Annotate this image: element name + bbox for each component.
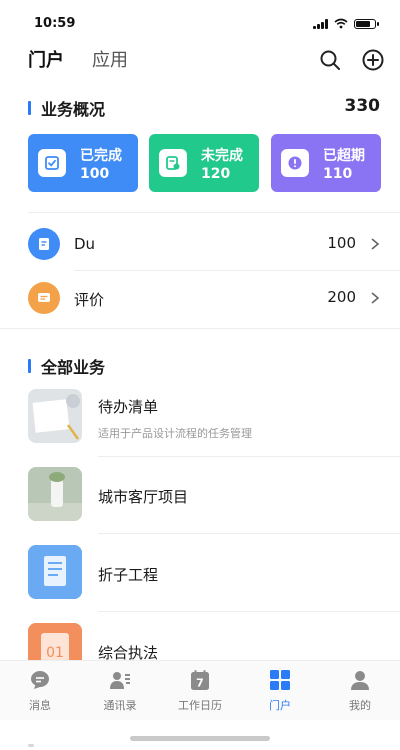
divider [28,212,400,213]
home-indicator-dot [28,744,34,747]
tab-messages[interactable]: 消息 [0,661,80,720]
search-icon[interactable] [318,48,342,72]
signal-icon [313,18,328,29]
previous-screen-remnant [0,0,400,2]
stat-card-overdue[interactable]: 已超期 110 [271,134,381,192]
status-icons [313,18,379,29]
battery-icon [354,18,379,29]
tab-label: 工作日历 [178,699,222,712]
section-accent-bar [28,101,31,115]
tab-label: 通讯录 [103,699,137,712]
list-item-review[interactable]: 评价 200 [0,270,400,322]
divider [98,456,400,457]
business-item-title: 城市客厅项目 [98,488,189,506]
grid-icon [270,670,290,690]
document-list-icon [28,545,82,599]
stat-value: 100 [80,166,110,182]
stat-value: 120 [201,166,231,182]
check-square-icon [38,149,66,177]
contacts-icon [110,672,130,689]
divider [98,611,400,612]
home-indicator[interactable] [130,736,270,741]
todo-thumbnail [28,389,82,443]
tab-me[interactable]: 我的 [320,661,400,720]
add-circle-icon[interactable] [361,48,385,72]
stat-card-incomplete[interactable]: 未完成 120 [149,134,259,192]
stat-value: 110 [323,166,353,182]
comment-icon [28,282,60,314]
list-item-label: 评价 [74,291,105,309]
top-nav: 门户 应用 [0,42,400,78]
tab-contacts[interactable]: 通讯录 [80,661,160,720]
person-icon [351,671,369,690]
task-pending-icon [159,149,187,177]
calendar-icon: 7 [191,670,209,690]
tab-portal-bottom[interactable]: 门户 [240,661,320,720]
stat-card-completed[interactable]: 已完成 100 [28,134,138,192]
divider [98,533,400,534]
list-item-label: Du [74,235,96,253]
business-item-title: 待办清单 [98,398,159,416]
tab-label: 门户 [269,699,291,712]
overview-title: 业务概况 [41,100,106,119]
document-icon [28,228,60,260]
tab-label: 消息 [29,699,51,712]
all-business-section-title: 全部业务 [28,354,105,378]
business-item-folder-project[interactable]: 折子工程 [0,545,400,611]
business-item-city-living-room[interactable]: 城市客厅项目 [0,467,400,533]
calendar-date-number: 01 [46,645,64,661]
status-time: 10:59 [34,16,76,31]
wifi-icon [334,18,348,29]
chevron-right-icon [371,238,380,250]
list-item-value: 100 [327,234,356,252]
list-item-du[interactable]: Du 100 [0,216,400,268]
overview-total: 330 [344,96,381,116]
tab-portal[interactable]: 门户 [28,46,64,72]
stat-label: 未完成 [201,148,243,164]
tab-label: 我的 [349,699,371,712]
calendar-day-number: 7 [196,677,204,690]
business-item-title: 折子工程 [98,566,159,584]
business-item-todo[interactable]: 待办清单 适用于产品设计流程的任务管理 [0,389,400,455]
tab-apps[interactable]: 应用 [92,46,128,72]
stat-label: 已超期 [323,148,365,164]
section-accent-bar [28,359,31,373]
tab-calendar[interactable]: 7 工作日历 [160,661,240,720]
overview-section-title: 业务概况 [28,96,105,120]
list-item-value: 200 [327,288,356,306]
alert-icon [281,149,309,177]
all-business-title: 全部业务 [41,358,106,377]
message-icon [31,671,49,689]
chevron-right-icon [371,292,380,304]
business-item-subtitle: 适用于产品设计流程的任务管理 [98,427,252,440]
bottom-tab-bar: 消息 通讯录 7 工作日历 门户 我的 [0,660,400,720]
status-bar: 10:59 [0,10,400,36]
divider [0,328,400,329]
stat-label: 已完成 [80,148,122,164]
city-project-thumbnail [28,467,82,521]
